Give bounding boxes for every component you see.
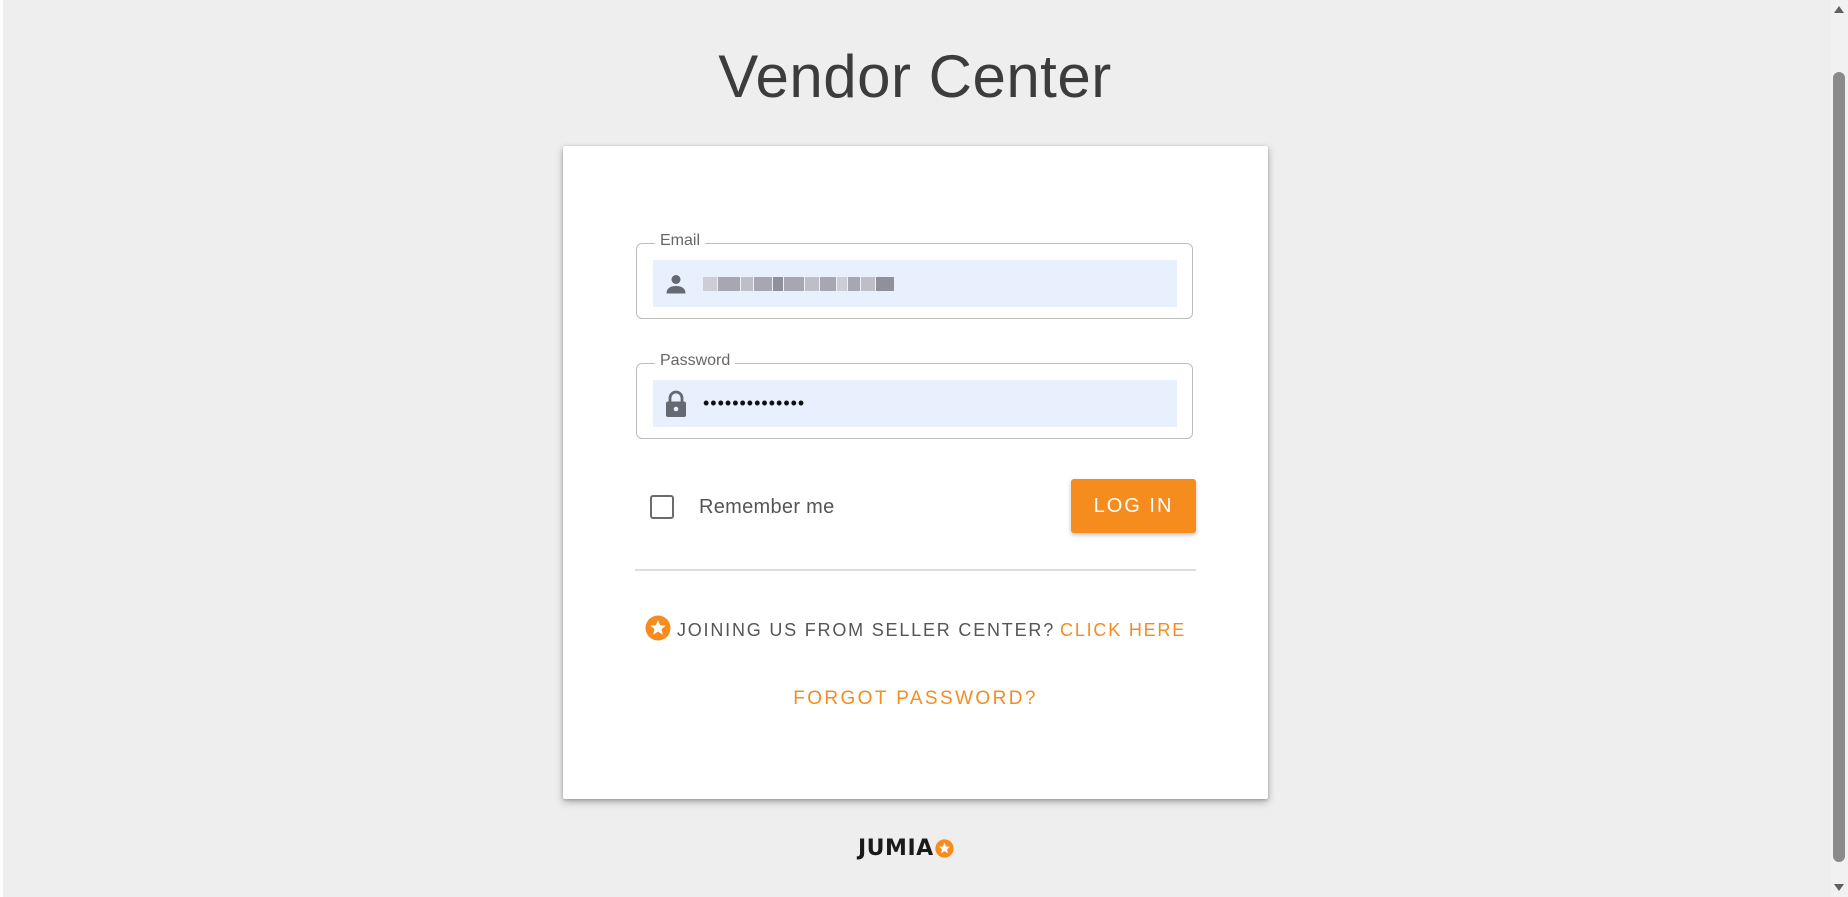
star-badge-icon [935,839,954,858]
seller-center-text: JOINING US FROM SELLER CENTER? [676,620,1056,640]
login-page: Vendor Center Email Password •••••••••••… [0,0,1848,897]
divider [635,569,1196,571]
remember-me-label[interactable]: Remember me [699,496,835,519]
login-button[interactable]: LOG IN [1071,479,1196,533]
logo-text: JUMIA [858,836,934,861]
login-card: Email Password •••••••••••••• Remember m… [563,146,1268,799]
page-title: Vendor Center [718,43,1112,110]
email-input[interactable] [653,260,1177,307]
password-label: Password [655,352,736,370]
click-here-link[interactable]: CLICK HERE [1060,620,1186,641]
seller-center-prompt: JOINING US FROM SELLER CENTER? CLICK HER… [563,615,1268,646]
email-field-container: Email [636,232,1193,319]
scroll-up-icon[interactable] [1834,6,1844,13]
remember-me-checkbox[interactable] [650,495,674,519]
password-value: •••••••••••••• [703,393,806,413]
vertical-scrollbar[interactable] [1831,0,1848,897]
star-badge-icon [645,615,671,646]
lock-icon [663,390,689,417]
window-edge [0,0,3,897]
remember-me[interactable]: Remember me [650,495,835,519]
scrollbar-thumb[interactable] [1833,72,1845,862]
password-input[interactable]: •••••••••••••• [653,380,1177,427]
password-field-container: Password •••••••••••••• [636,352,1193,439]
scroll-down-icon[interactable] [1834,884,1844,891]
person-icon [663,271,689,297]
jumia-logo: JUMIA [858,836,954,861]
email-value-blurred [703,273,895,295]
email-label: Email [655,232,706,250]
forgot-password-link[interactable]: FORGOT PASSWORD? [563,688,1268,710]
